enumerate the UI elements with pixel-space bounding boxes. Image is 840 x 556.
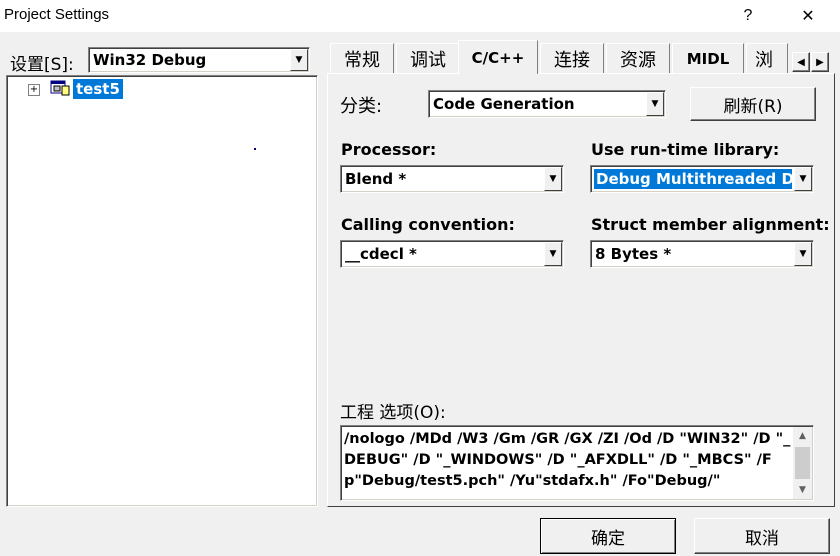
chevron-down-icon[interactable]: ▼ — [794, 242, 812, 266]
project-tree[interactable]: + test5 — [6, 75, 318, 507]
tab-browse[interactable]: 浏 — [746, 43, 788, 73]
alignment-combo-value: 8 Bytes * — [595, 245, 672, 263]
runtime-combo[interactable]: Debug Multithreaded DLL ▼ — [590, 165, 814, 193]
settings-combo-value: Win32 Debug — [93, 51, 207, 69]
ok-button[interactable]: 确定 — [540, 518, 676, 554]
chevron-down-icon[interactable]: ▼ — [290, 49, 308, 71]
options-label: 工程 选项(O): — [340, 403, 446, 423]
help-button[interactable]: ? — [726, 0, 770, 32]
runtime-combo-value: Debug Multithreaded DLL — [593, 168, 793, 190]
tab-scroll-left-icon[interactable]: ◀ — [792, 52, 810, 72]
processor-label: Processor: — [341, 140, 437, 159]
alignment-label: Struct member alignment: — [591, 215, 830, 234]
alignment-combo[interactable]: 8 Bytes * ▼ — [590, 240, 814, 268]
tab-resources[interactable]: 资源 — [606, 43, 670, 73]
processor-combo-value: Blend * — [345, 170, 407, 188]
options-textarea[interactable]: /nologo /MDd /W3 /Gm /GR /GX /ZI /Od /D … — [340, 425, 814, 501]
options-scrollbar[interactable]: ▲ ▼ — [793, 427, 812, 499]
reset-button[interactable]: 刷新(R) — [690, 87, 816, 121]
scroll-up-icon[interactable]: ▲ — [793, 427, 812, 445]
tree-item-test5[interactable]: test5 — [73, 79, 123, 99]
tree-dot — [254, 148, 256, 150]
tab-midl[interactable]: MIDL — [672, 43, 744, 73]
settings-combo[interactable]: Win32 Debug ▼ — [88, 47, 310, 73]
window-title: Project Settings — [4, 6, 110, 23]
chevron-down-icon[interactable]: ▼ — [794, 167, 812, 191]
settings-label: 设置[S]: — [10, 55, 74, 75]
tab-scroll-right-icon[interactable]: ▶ — [811, 52, 829, 72]
chevron-down-icon[interactable]: ▼ — [544, 167, 562, 191]
cancel-button-label: 取消 — [745, 528, 779, 549]
calling-combo[interactable]: __cdecl * ▼ — [340, 240, 564, 268]
chevron-down-icon[interactable]: ▼ — [646, 92, 664, 116]
processor-combo[interactable]: Blend * ▼ — [340, 165, 564, 193]
category-combo[interactable]: Code Generation ▼ — [428, 90, 666, 118]
options-text: /nologo /MDd /W3 /Gm /GR /GX /ZI /Od /D … — [344, 431, 791, 489]
close-button[interactable]: ✕ — [786, 0, 830, 32]
category-label: 分类: — [340, 96, 383, 117]
scroll-thumb[interactable] — [795, 447, 810, 479]
reset-button-label: 刷新(R) — [723, 96, 783, 117]
tree-expand-icon[interactable]: + — [28, 84, 40, 96]
calling-combo-value: __cdecl * — [345, 245, 417, 263]
tab-general[interactable]: 常规 — [330, 43, 394, 73]
category-combo-value: Code Generation — [433, 95, 575, 113]
runtime-label: Use run-time library: — [591, 140, 780, 159]
tab-cpp[interactable]: C/C++ — [458, 40, 538, 74]
title-bar — [0, 0, 840, 32]
scroll-down-icon[interactable]: ▼ — [793, 481, 812, 499]
chevron-down-icon[interactable]: ▼ — [544, 242, 562, 266]
project-icon — [50, 80, 70, 96]
calling-label: Calling convention: — [341, 215, 515, 234]
tab-debug[interactable]: 调试 — [396, 43, 460, 73]
cancel-button[interactable]: 取消 — [694, 518, 830, 554]
ok-button-label: 确定 — [591, 528, 625, 549]
tab-link[interactable]: 连接 — [540, 43, 604, 73]
